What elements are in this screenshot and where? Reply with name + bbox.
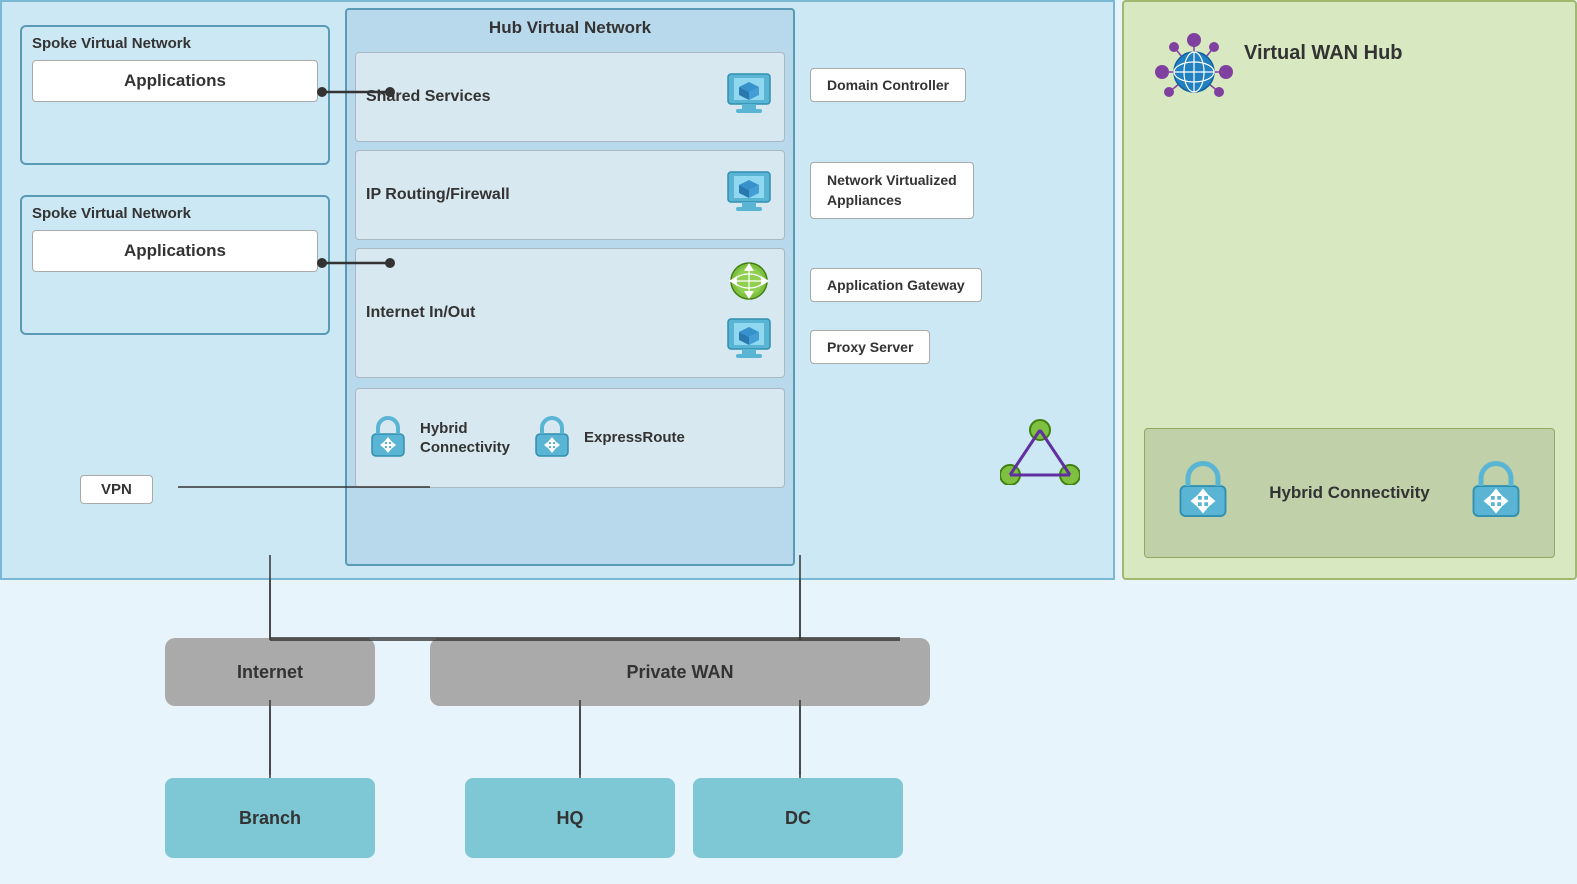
proxy-icon bbox=[724, 317, 774, 368]
shared-services-row: Shared Services bbox=[355, 52, 785, 142]
spoke-vnet-2: Spoke Virtual Network Applications bbox=[20, 195, 330, 335]
ip-routing-row: IP Routing/Firewall bbox=[355, 150, 785, 240]
app-gateway-icon bbox=[724, 258, 774, 309]
wan-hybrid-label: Hybrid Connectivity bbox=[1269, 481, 1430, 505]
app-gateway-box: Application Gateway bbox=[810, 268, 982, 302]
domain-controller-box: Domain Controller bbox=[810, 68, 966, 102]
shared-services-label: Shared Services bbox=[356, 88, 724, 106]
vpn-label: VPN bbox=[80, 475, 153, 504]
vpn-lock-icon bbox=[364, 412, 412, 465]
spoke-vnet-2-title: Spoke Virtual Network bbox=[22, 197, 328, 226]
branch-box: Branch bbox=[165, 778, 375, 858]
shared-services-icon bbox=[724, 72, 774, 123]
hybrid-connectivity-row: HybridConnectivity ExpressRoute bbox=[355, 388, 785, 488]
ip-routing-label: IP Routing/Firewall bbox=[356, 186, 724, 204]
expressroute-triangle-icon bbox=[1000, 415, 1080, 490]
spoke-vnet-1: Spoke Virtual Network Applications bbox=[20, 25, 330, 165]
hq-box: HQ bbox=[465, 778, 675, 858]
dc-box: DC bbox=[693, 778, 903, 858]
spoke-vnet-1-app: Applications bbox=[32, 60, 318, 102]
ip-routing-icon bbox=[724, 170, 774, 221]
wan-hub-title: Virtual WAN Hub bbox=[1244, 42, 1403, 65]
wan-hub-hybrid-box: Hybrid Connectivity bbox=[1144, 428, 1555, 558]
wan-hub: Virtual WAN Hub Hybrid Connectivity bbox=[1122, 0, 1577, 580]
hub-vnet-title: Hub Virtual Network bbox=[347, 10, 793, 42]
hybrid-connectivity-label: HybridConnectivity bbox=[420, 419, 510, 458]
internet-inout-row: Internet In/Out bbox=[355, 248, 785, 378]
spoke-vnet-2-app: Applications bbox=[32, 230, 318, 272]
spoke-vnet-1-title: Spoke Virtual Network bbox=[22, 27, 328, 56]
wan-hub-lock-left-icon bbox=[1173, 461, 1233, 526]
expressroute-lock-icon bbox=[528, 412, 576, 465]
wan-hub-globe-icon bbox=[1154, 32, 1234, 117]
wan-hub-lock-right-icon bbox=[1466, 461, 1526, 526]
internet-inout-label: Internet In/Out bbox=[356, 304, 724, 322]
internet-box: Internet bbox=[165, 638, 375, 706]
proxy-server-box: Proxy Server bbox=[810, 330, 930, 364]
internet-icons bbox=[724, 258, 774, 368]
private-wan-box: Private WAN bbox=[430, 638, 930, 706]
nva-box: Network VirtualizedAppliances bbox=[810, 162, 974, 219]
expressroute-label: ExpressRoute bbox=[584, 428, 685, 448]
hub-vnet: Hub Virtual Network Shared Services IP R… bbox=[345, 8, 795, 566]
